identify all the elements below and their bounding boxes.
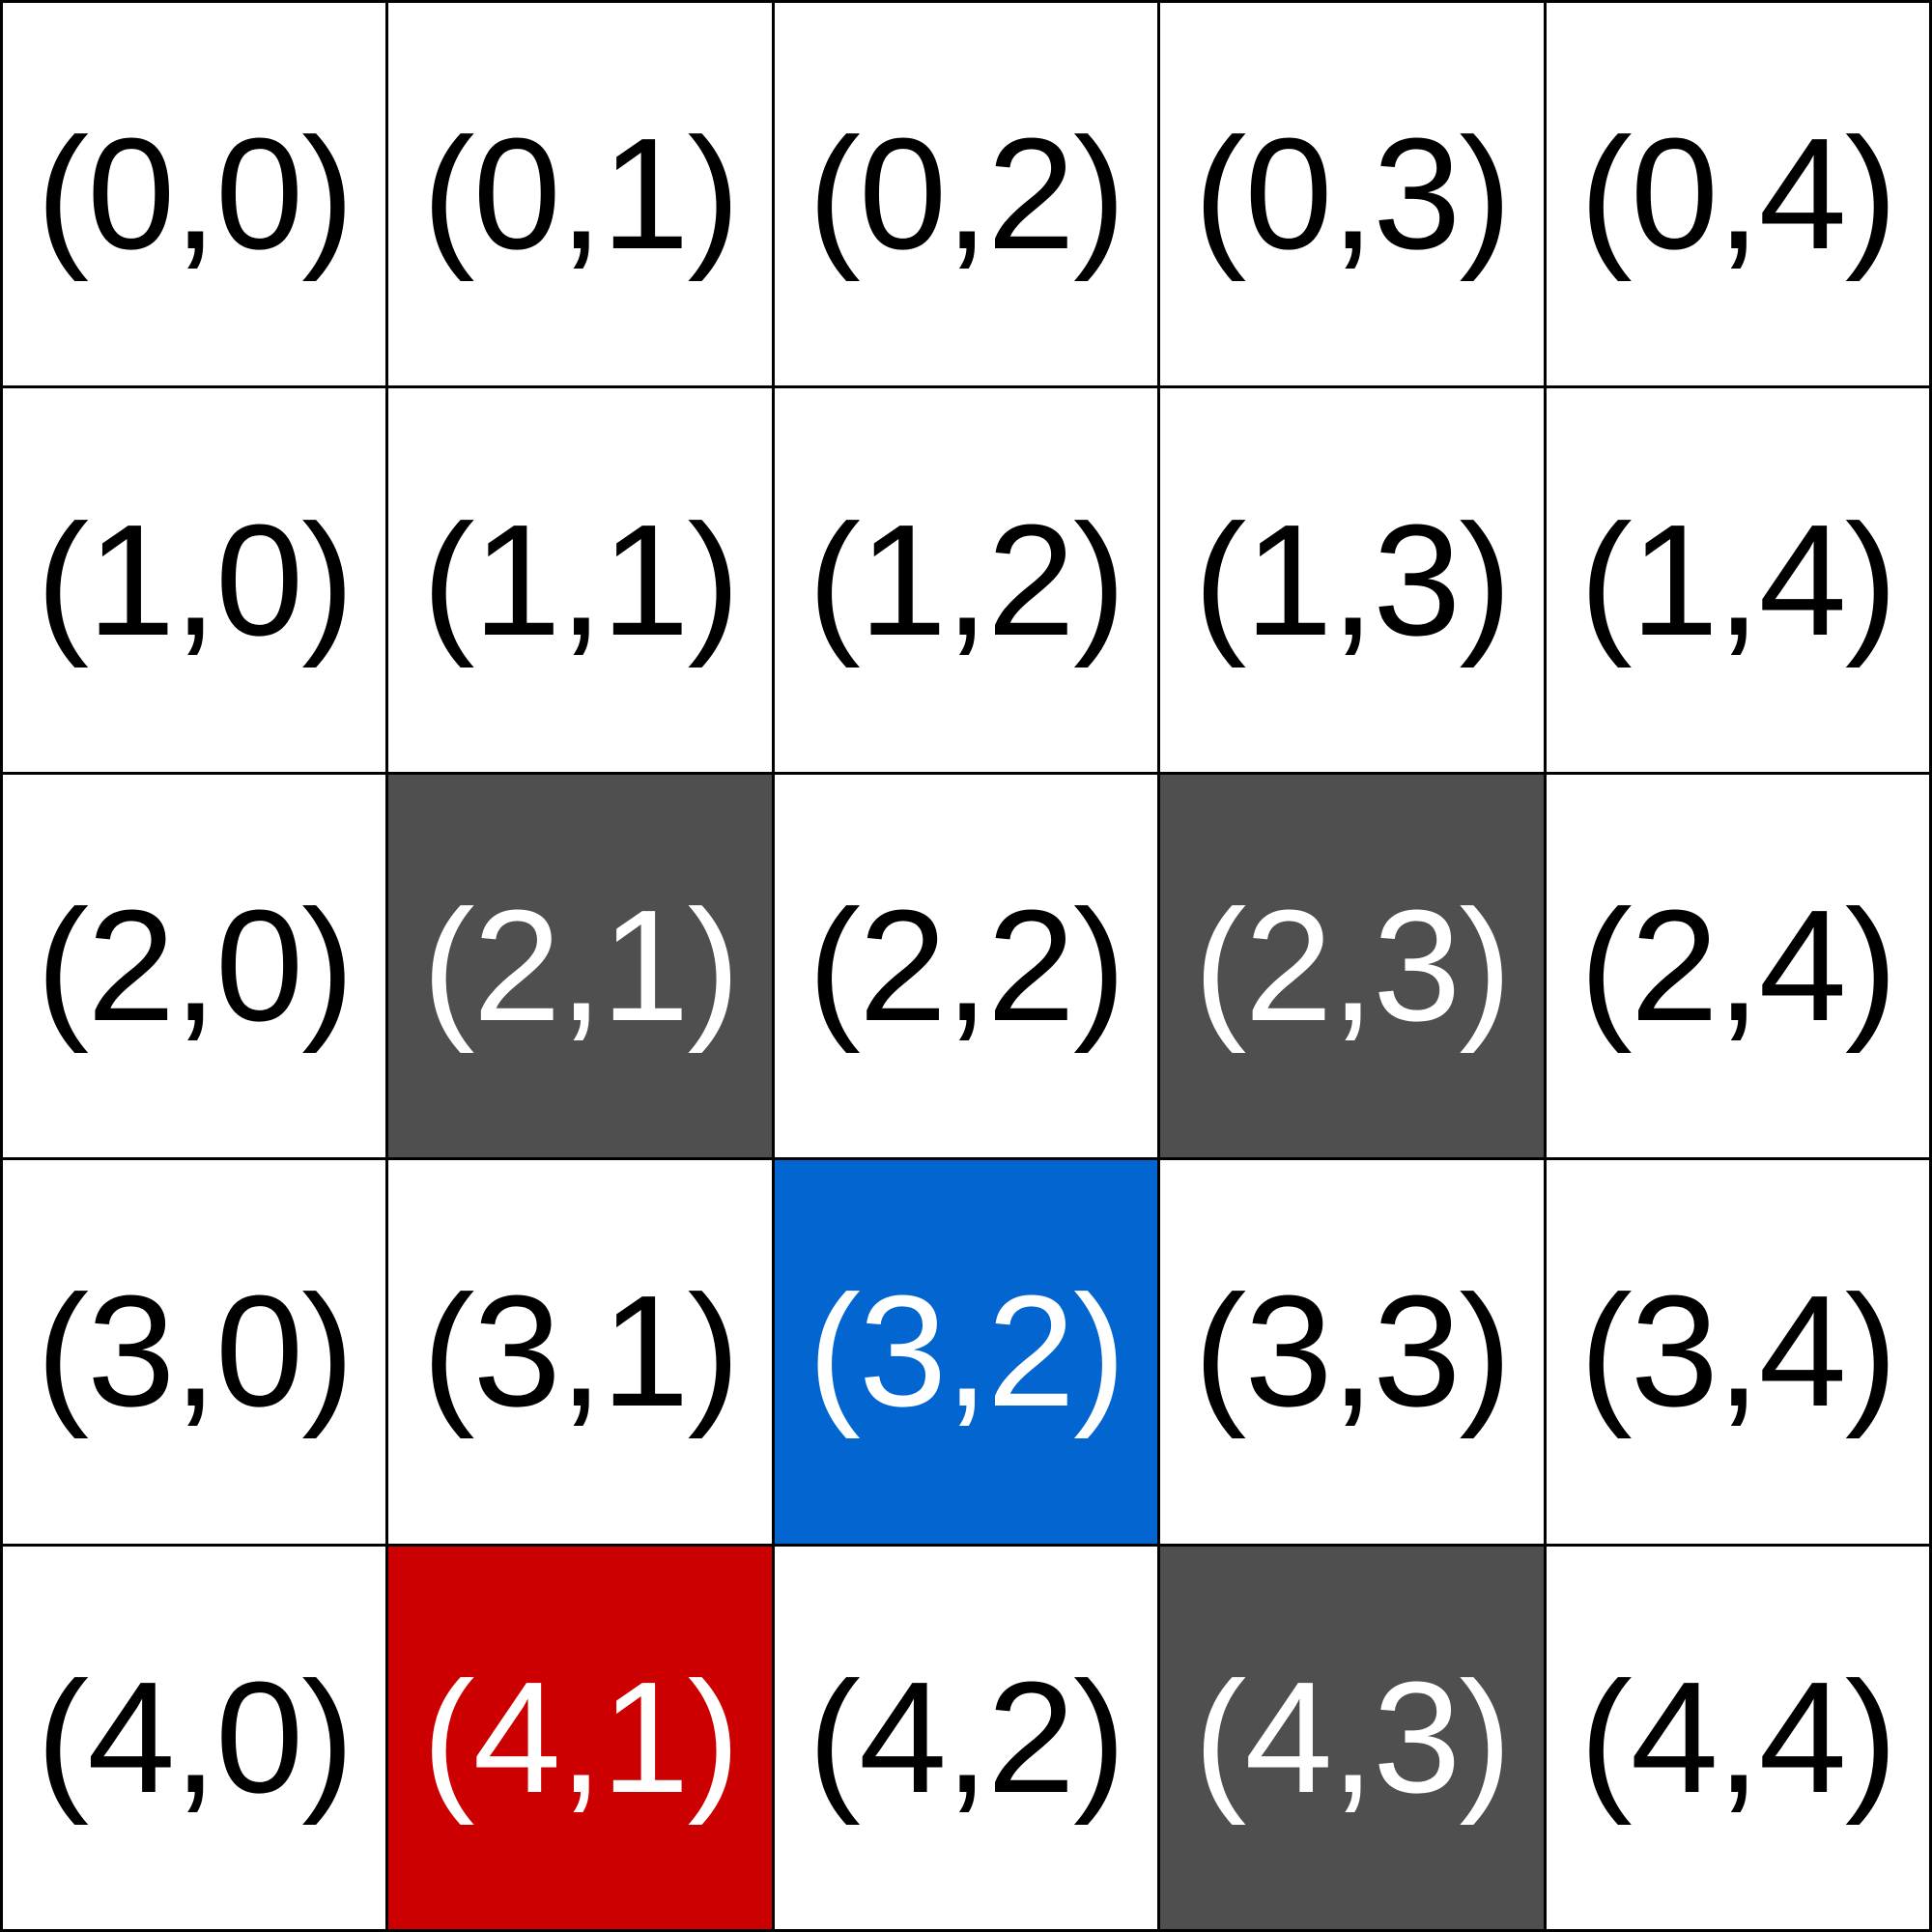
cell-coordinate-label: (4,4) xyxy=(1579,1648,1897,1826)
grid-cell-empty-1-1[interactable]: (1,1) xyxy=(388,388,775,775)
cell-coordinate-label: (1,3) xyxy=(1193,491,1512,668)
cell-coordinate-label: (1,1) xyxy=(421,491,740,668)
grid-board: (0,0) (0,1) (0,2) (0,3) (0,4) (1,0) (1,1) (1,2)… xyxy=(0,0,1932,1932)
grid-cell-empty-4-4[interactable]: (4,4) xyxy=(1546,1546,1932,1932)
grid-cell-goal-4-1[interactable]: (4,1) xyxy=(388,1546,775,1932)
grid-cell-empty-4-0[interactable]: (4,0) xyxy=(3,1546,389,1932)
grid-cell-empty-0-2[interactable]: (0,2) xyxy=(774,3,1161,389)
grid-cell-empty-2-0[interactable]: (2,0) xyxy=(3,774,389,1161)
grid-cell-empty-0-0[interactable]: (0,0) xyxy=(3,3,389,389)
cell-coordinate-label: (2,1) xyxy=(421,876,740,1054)
cell-coordinate-label: (2,4) xyxy=(1579,876,1897,1054)
grid-cell-wall-2-3[interactable]: (2,3) xyxy=(1160,774,1547,1161)
cell-coordinate-label: (3,4) xyxy=(1579,1263,1897,1440)
cell-coordinate-label: (2,2) xyxy=(808,876,1125,1054)
grid-cell-empty-4-2[interactable]: (4,2) xyxy=(774,1546,1161,1932)
cell-coordinate-label: (0,0) xyxy=(36,105,355,283)
grid-cell-empty-3-0[interactable]: (3,0) xyxy=(3,1160,389,1547)
cell-coordinate-label: (1,2) xyxy=(808,491,1125,668)
cell-coordinate-label: (2,0) xyxy=(36,876,355,1054)
cell-coordinate-label: (1,0) xyxy=(36,491,355,668)
cell-coordinate-label: (2,3) xyxy=(1193,876,1512,1054)
grid-cell-empty-1-2[interactable]: (1,2) xyxy=(774,388,1161,775)
grid-cell-agent-3-2[interactable]: (3,2) xyxy=(774,1160,1161,1547)
cell-coordinate-label: (0,3) xyxy=(1193,105,1512,283)
grid-cell-empty-1-3[interactable]: (1,3) xyxy=(1160,388,1547,775)
grid-cell-empty-3-4[interactable]: (3,4) xyxy=(1546,1160,1932,1547)
grid-cell-empty-3-3[interactable]: (3,3) xyxy=(1160,1160,1547,1547)
grid-cell-empty-1-4[interactable]: (1,4) xyxy=(1546,388,1932,775)
cell-coordinate-label: (0,2) xyxy=(808,105,1125,283)
cell-coordinate-label: (3,1) xyxy=(421,1263,740,1440)
grid-cell-empty-1-0[interactable]: (1,0) xyxy=(3,388,389,775)
grid-cell-empty-2-4[interactable]: (2,4) xyxy=(1546,774,1932,1161)
cell-coordinate-label: (3,3) xyxy=(1193,1263,1512,1440)
grid-cell-wall-4-3[interactable]: (4,3) xyxy=(1160,1546,1547,1932)
cell-coordinate-label: (3,0) xyxy=(36,1263,355,1440)
grid-cell-empty-0-1[interactable]: (0,1) xyxy=(388,3,775,389)
cell-coordinate-label: (4,1) xyxy=(421,1648,740,1826)
cell-coordinate-label: (1,4) xyxy=(1579,491,1897,668)
grid-cell-empty-0-3[interactable]: (0,3) xyxy=(1160,3,1547,389)
cell-coordinate-label: (4,2) xyxy=(808,1648,1125,1826)
cell-coordinate-label: (0,1) xyxy=(421,105,740,283)
cell-coordinate-label: (4,0) xyxy=(36,1648,355,1826)
cell-coordinate-label: (0,4) xyxy=(1579,105,1897,283)
grid-cell-wall-2-1[interactable]: (2,1) xyxy=(388,774,775,1161)
grid-cell-empty-0-4[interactable]: (0,4) xyxy=(1546,3,1932,389)
grid-cell-empty-2-2[interactable]: (2,2) xyxy=(774,774,1161,1161)
cell-coordinate-label: (4,3) xyxy=(1193,1648,1512,1826)
grid-cell-empty-3-1[interactable]: (3,1) xyxy=(388,1160,775,1547)
cell-coordinate-label: (3,2) xyxy=(808,1263,1125,1440)
